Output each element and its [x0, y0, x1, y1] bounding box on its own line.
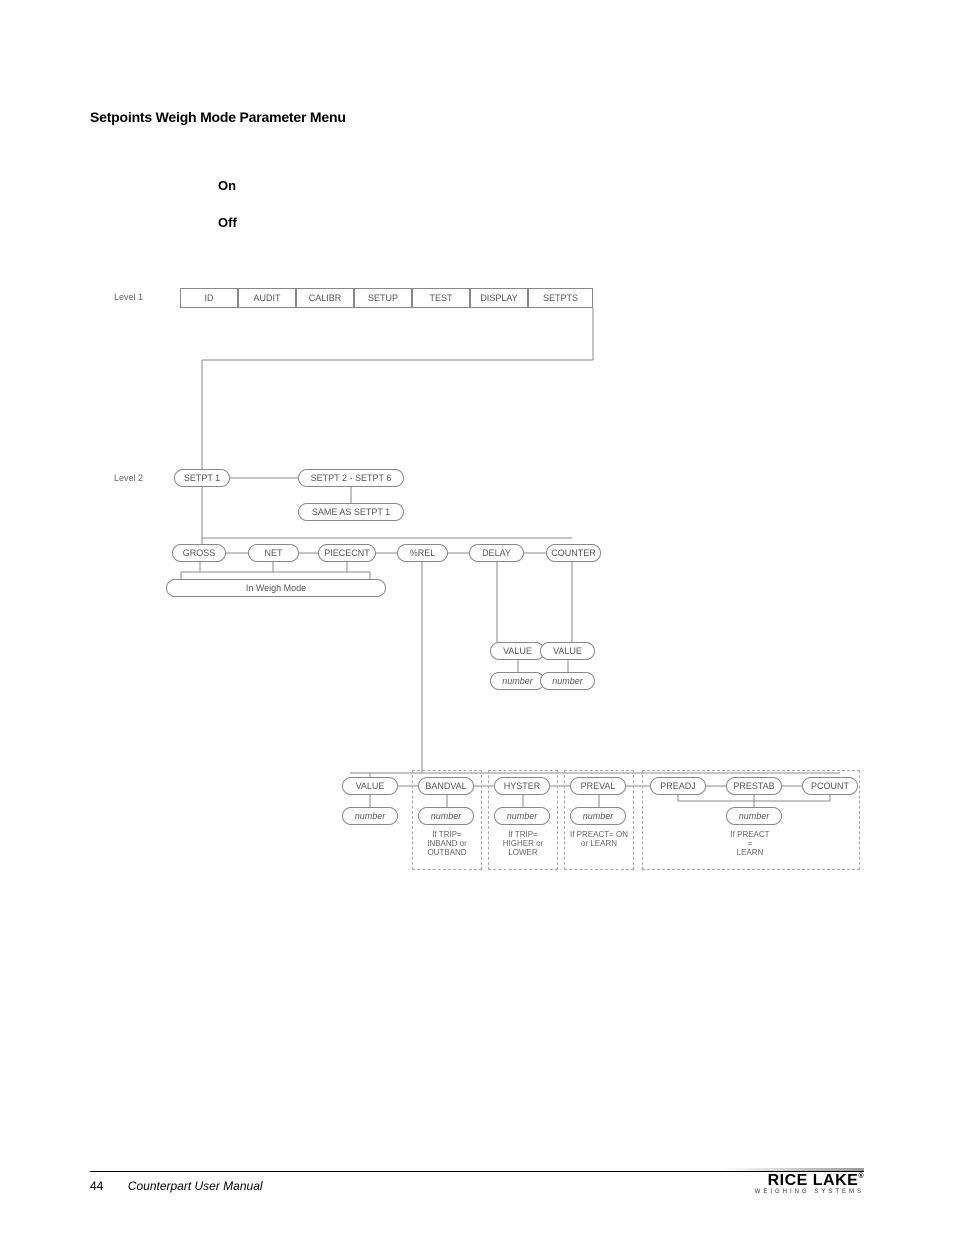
logo-main-text: RICE LAKE®	[724, 1173, 864, 1189]
page-footer: 44 Counterpart User Manual RICE LAKE® WE…	[90, 1168, 864, 1195]
counter-value-pill: VALUE	[540, 642, 595, 660]
toggle-off-label: Off	[218, 215, 237, 230]
menu-audit: AUDIT	[238, 288, 296, 308]
value-pill: VALUE	[342, 777, 398, 795]
setpt-range-pill: SETPT 2 - SETPT 6	[298, 469, 404, 487]
toggle-on-label: On	[218, 178, 236, 193]
brand-logo: RICE LAKE® WEIGHING SYSTEMS	[724, 1168, 864, 1195]
net-pill: NET	[248, 544, 299, 562]
menu-setup: SETUP	[354, 288, 412, 308]
preval-note: If PREACT= ON or LEARN	[570, 830, 628, 848]
logo-bar-icon	[724, 1168, 864, 1171]
menu-diagram: Level 1 ID AUDIT CALIBR SETUP TEST DISPL…	[90, 280, 860, 880]
piececnt-pill: PIECECNT	[318, 544, 376, 562]
menu-display: DISPLAY	[470, 288, 528, 308]
level1-label: Level 1	[114, 292, 143, 302]
same-as-pill: SAME AS SETPT 1	[298, 503, 404, 521]
bandval-note: If TRIP= INBAND or OUTBAND	[418, 830, 476, 858]
menu-test: TEST	[412, 288, 470, 308]
counter-pill: COUNTER	[546, 544, 601, 562]
delay-pill: DELAY	[469, 544, 524, 562]
hyster-note: If TRIP= HIGHER or LOWER	[494, 830, 552, 858]
setpt1-pill: SETPT 1	[174, 469, 230, 487]
menu-calibr: CALIBR	[296, 288, 354, 308]
level2-label: Level 2	[114, 473, 143, 483]
manual-title: Counterpart User Manual	[128, 1179, 263, 1193]
value-num: number	[342, 807, 398, 825]
menu-id: ID	[180, 288, 238, 308]
menu-setpts: SETPTS	[528, 288, 593, 308]
counter-number-pill: number	[540, 672, 595, 690]
preval-group	[564, 770, 634, 870]
logo-sub-text: WEIGHING SYSTEMS	[724, 1189, 864, 1195]
delay-number-pill: number	[490, 672, 545, 690]
pregroup-note: If PREACT = LEARN	[690, 830, 810, 858]
in-weigh-pill: In Weigh Mode	[166, 579, 386, 597]
pctrel-pill: %REL	[397, 544, 448, 562]
section-title: Setpoints Weigh Mode Parameter Menu	[90, 109, 346, 125]
delay-value-pill: VALUE	[490, 642, 545, 660]
gross-pill: GROSS	[172, 544, 226, 562]
page-number: 44	[90, 1179, 103, 1193]
